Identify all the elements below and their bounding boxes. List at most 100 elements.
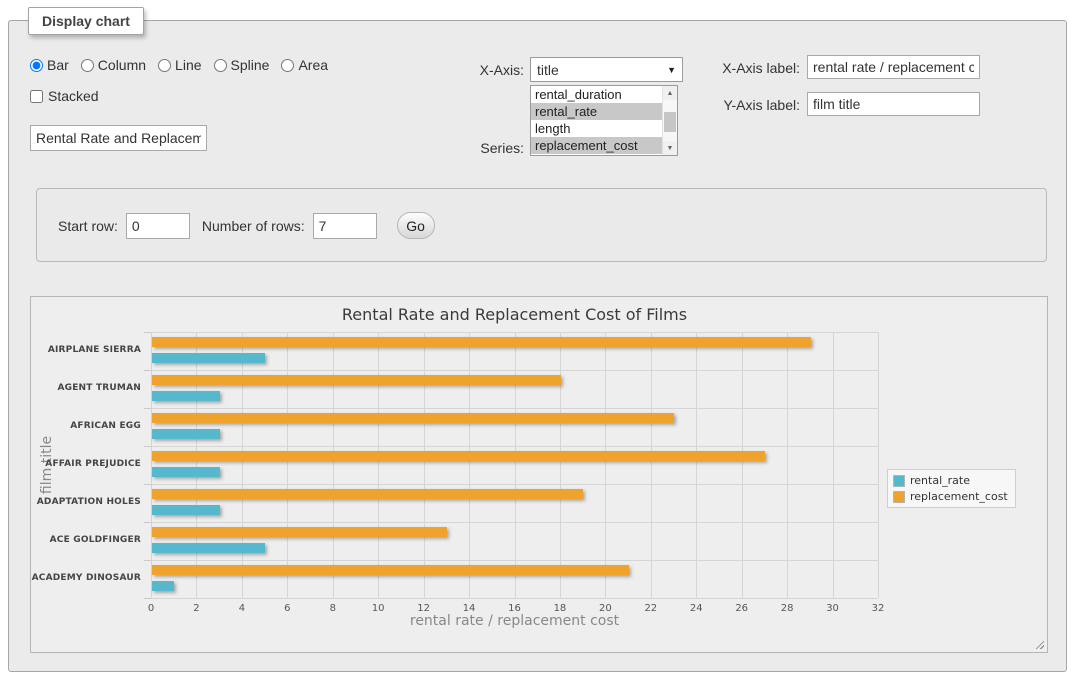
category-label: ACE GOLDFINGER <box>31 535 141 545</box>
vertical-gridline <box>242 332 243 598</box>
vertical-gridline <box>151 332 152 598</box>
vertical-gridline <box>196 332 197 598</box>
chart-container: Rental Rate and Replacement Cost of Film… <box>30 296 1048 653</box>
legend-item-replacement_cost[interactable]: replacement_cost <box>893 490 1008 503</box>
series-option-length[interactable]: length <box>531 120 662 137</box>
chart-type-radio-label: Area <box>298 57 328 73</box>
x-axis-label-input[interactable] <box>807 55 980 79</box>
chart-type-option-bar[interactable]: Bar <box>30 57 69 73</box>
stacked-checkbox-row: Stacked <box>30 88 99 104</box>
start-row-input[interactable] <box>126 213 190 239</box>
scrollbar-thumb[interactable] <box>664 112 676 132</box>
horizontal-gridline <box>151 370 878 371</box>
row-range-panel: Start row: Number of rows: Go <box>36 188 1047 262</box>
chart-type-radio-spline[interactable] <box>214 59 227 72</box>
go-button[interactable]: Go <box>397 212 435 239</box>
stacked-checkbox[interactable] <box>30 90 43 103</box>
legend-label: rental_rate <box>910 474 970 487</box>
chevron-down-icon: ▼ <box>667 65 676 75</box>
vertical-gridline <box>424 332 425 598</box>
x-tick-label: 16 <box>500 603 530 614</box>
bar-rental_rate[interactable] <box>152 353 265 363</box>
resize-grip[interactable] <box>1033 638 1044 649</box>
chart-type-option-line[interactable]: Line <box>158 57 201 73</box>
chart-type-option-column[interactable]: Column <box>81 57 146 73</box>
vertical-gridline <box>833 332 834 598</box>
vertical-gridline <box>287 332 288 598</box>
legend-swatch-icon <box>893 475 905 487</box>
x-tick-label: 22 <box>636 603 666 614</box>
bar-replacement_cost[interactable] <box>152 489 583 499</box>
y-axis-tick-mark <box>144 370 151 371</box>
bar-replacement_cost[interactable] <box>152 451 765 461</box>
bar-replacement_cost[interactable] <box>152 337 811 347</box>
bar-rental_rate[interactable] <box>152 467 220 477</box>
chart-type-radio-bar[interactable] <box>30 59 43 72</box>
category-label: AIRPLANE SIERRA <box>31 345 141 355</box>
x-axis-select[interactable]: title ▼ <box>530 57 683 82</box>
x-tick-label: 6 <box>272 603 302 614</box>
series-option-rental_duration[interactable]: rental_duration <box>531 86 662 103</box>
category-label: ACADEMY DINOSAUR <box>31 573 141 583</box>
start-row-label: Start row: <box>58 218 118 234</box>
y-axis-tick-mark <box>144 446 151 447</box>
bar-rental_rate[interactable] <box>152 581 174 591</box>
x-tick-label: 24 <box>681 603 711 614</box>
horizontal-gridline <box>151 598 878 599</box>
horizontal-gridline <box>151 446 878 447</box>
chart-type-option-area[interactable]: Area <box>281 57 328 73</box>
horizontal-gridline <box>151 560 878 561</box>
chart-type-radio-label: Column <box>98 57 146 73</box>
bar-rental_rate[interactable] <box>152 543 265 553</box>
y-axis-label-input[interactable] <box>807 92 980 116</box>
chart-type-radio-line[interactable] <box>158 59 171 72</box>
category-label: AFRICAN EGG <box>31 421 141 431</box>
bar-rental_rate[interactable] <box>152 505 220 515</box>
chart-title-input[interactable] <box>30 125 207 151</box>
y-axis-tick-mark <box>144 560 151 561</box>
scroll-up-icon[interactable]: ▲ <box>663 86 677 100</box>
fieldset-legend: Display chart <box>28 7 144 35</box>
chart-type-radio-area[interactable] <box>281 59 294 72</box>
x-axis-selected-value: title <box>537 62 667 78</box>
chart-type-option-spline[interactable]: Spline <box>214 57 270 73</box>
chart-type-radio-label: Spline <box>231 57 270 73</box>
chart-type-radio-group: Bar Column Line Spline Area <box>30 57 338 73</box>
bar-replacement_cost[interactable] <box>152 527 447 537</box>
bar-replacement_cost[interactable] <box>152 413 674 423</box>
chart-x-axis-title: rental rate / replacement cost <box>151 613 878 629</box>
horizontal-gridline <box>151 408 878 409</box>
x-tick-label: 12 <box>409 603 439 614</box>
stacked-label: Stacked <box>48 88 99 104</box>
vertical-gridline <box>605 332 606 598</box>
category-label: AFFAIR PREJUDICE <box>31 459 141 469</box>
bar-rental_rate[interactable] <box>152 429 220 439</box>
bar-rental_rate[interactable] <box>152 391 220 401</box>
vertical-gridline <box>333 332 334 598</box>
x-tick-label: 18 <box>545 603 575 614</box>
series-listbox-label: Series: <box>436 140 524 156</box>
vertical-gridline <box>878 332 879 598</box>
series-option-replacement_cost[interactable]: replacement_cost <box>531 137 662 154</box>
vertical-gridline <box>378 332 379 598</box>
x-tick-label: 28 <box>772 603 802 614</box>
vertical-gridline <box>787 332 788 598</box>
bar-replacement_cost[interactable] <box>152 375 561 385</box>
listbox-scrollbar[interactable]: ▲ ▼ <box>662 86 677 155</box>
number-of-rows-input[interactable] <box>313 213 377 239</box>
legend-item-rental_rate[interactable]: rental_rate <box>893 474 1008 487</box>
number-of-rows-label: Number of rows: <box>202 218 305 234</box>
series-listbox[interactable]: rental_durationrental_ratelengthreplacem… <box>530 85 678 156</box>
bar-replacement_cost[interactable] <box>152 565 629 575</box>
x-tick-label: 8 <box>318 603 348 614</box>
y-axis-tick-mark <box>144 598 151 599</box>
scroll-down-icon[interactable]: ▼ <box>663 141 677 155</box>
x-tick-label: 0 <box>136 603 166 614</box>
y-axis-tick-mark <box>144 522 151 523</box>
chart-type-radio-column[interactable] <box>81 59 94 72</box>
series-option-rental_rate[interactable]: rental_rate <box>531 103 662 120</box>
y-axis-tick-mark <box>144 484 151 485</box>
x-axis-label-field-label: X-Axis label: <box>710 60 800 76</box>
vertical-gridline <box>515 332 516 598</box>
y-axis-tick-mark <box>144 408 151 409</box>
